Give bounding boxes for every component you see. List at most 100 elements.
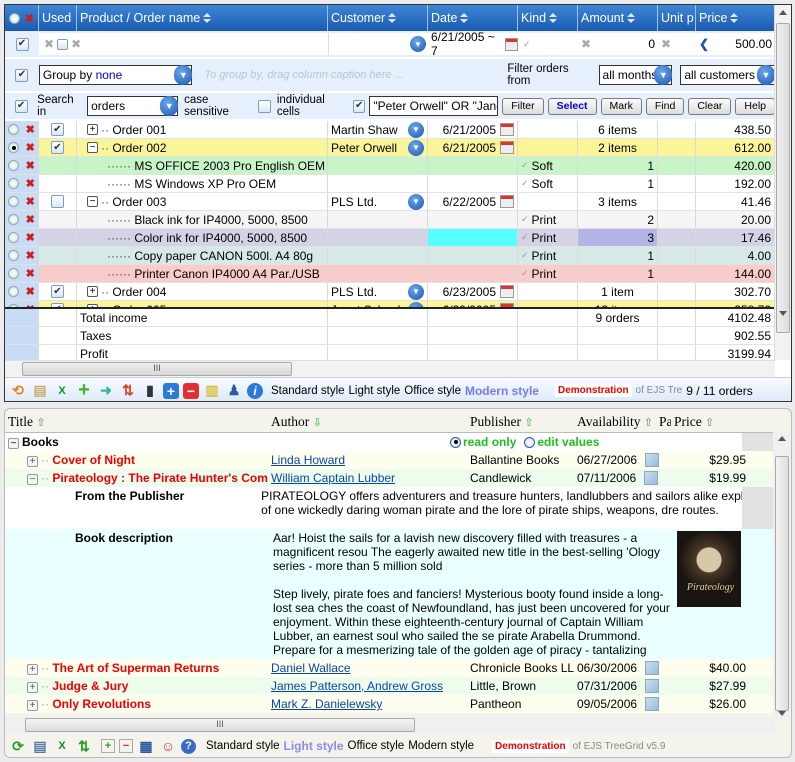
customer-dropdown-icon[interactable]: ▼ bbox=[408, 193, 424, 210]
collapse-all-icon[interactable]: − bbox=[183, 382, 199, 399]
delete-icon[interactable]: ✖ bbox=[26, 195, 35, 208]
col-price[interactable]: Price ⇧ bbox=[671, 414, 751, 430]
collapse-all-icon[interactable]: − bbox=[119, 739, 133, 753]
row-select-radio[interactable] bbox=[8, 250, 20, 261]
delete-icon[interactable]: ✖ bbox=[26, 159, 35, 172]
date-filter-field[interactable]: 6/21/2005 ~ 7 bbox=[428, 30, 518, 58]
filter-operator-icon[interactable]: ❮ bbox=[699, 37, 709, 51]
filter-clear-icon[interactable]: ✖ bbox=[44, 37, 54, 51]
collapse-icon[interactable]: − bbox=[87, 196, 98, 207]
customer-dropdown-icon[interactable]: ▼ bbox=[408, 283, 424, 300]
scroll-thumb[interactable] bbox=[775, 456, 789, 711]
row-select-radio[interactable] bbox=[8, 232, 20, 243]
scroll-thumb[interactable] bbox=[776, 23, 790, 333]
customers-select[interactable]: all customers ▼ bbox=[680, 65, 775, 85]
vertical-scrollbar[interactable] bbox=[773, 431, 791, 721]
col-pages[interactable]: Pa bbox=[659, 414, 671, 430]
delete-icon[interactable]: ✖ bbox=[26, 141, 35, 154]
calendar-icon[interactable] bbox=[645, 661, 660, 676]
help-icon[interactable]: ? bbox=[181, 738, 196, 754]
item-row[interactable]: ✖ ······ Copy paper CANON 500l. A4 80g ✓… bbox=[5, 247, 775, 265]
export-excel-icon[interactable]: X bbox=[53, 382, 71, 400]
expand-icon[interactable]: + bbox=[27, 456, 38, 467]
scroll-up-icon[interactable] bbox=[778, 436, 786, 441]
style-office[interactable]: Office style bbox=[348, 740, 405, 752]
author-link[interactable]: Daniel Wallace bbox=[271, 661, 351, 675]
style-office[interactable]: Office style bbox=[404, 385, 461, 397]
col-availability[interactable]: Availability ⇧ bbox=[574, 414, 659, 430]
expand-icon[interactable]: + bbox=[27, 664, 38, 675]
calendar-icon[interactable] bbox=[500, 285, 514, 298]
delete-icon[interactable]: ✖ bbox=[26, 285, 35, 298]
row-select-radio[interactable] bbox=[8, 214, 20, 225]
customer-dropdown-icon[interactable]: ▼ bbox=[408, 121, 424, 138]
expand-icon[interactable]: + bbox=[27, 700, 38, 711]
calendar-icon[interactable] bbox=[500, 123, 514, 136]
select-all-radio-icon[interactable] bbox=[8, 12, 20, 24]
edit-values-radio[interactable] bbox=[524, 436, 536, 448]
row-select-radio[interactable] bbox=[8, 196, 20, 207]
individual-cells-checkbox[interactable]: ✔ bbox=[352, 99, 366, 113]
style-standard[interactable]: Standard style bbox=[271, 385, 345, 397]
used-checkbox[interactable]: ✔ bbox=[51, 123, 64, 136]
row-select-radio[interactable] bbox=[8, 178, 20, 189]
delete-icon[interactable]: ✖ bbox=[26, 213, 35, 226]
item-row[interactable]: ✖ ······ MS Windows XP Pro OEM ✓ Soft 1 1… bbox=[5, 175, 775, 193]
search-input[interactable]: "Peter Orwell" OR "Janet S bbox=[369, 96, 499, 116]
calendar-icon[interactable] bbox=[645, 453, 660, 468]
style-light[interactable]: Light style bbox=[284, 739, 344, 753]
author-link[interactable]: James Patterson, Andrew Gross bbox=[271, 679, 443, 693]
expand-all-icon[interactable]: + bbox=[101, 739, 115, 753]
filter-clear-icon[interactable]: ✖ bbox=[581, 37, 591, 51]
col-product[interactable]: Product / Order name bbox=[77, 5, 328, 31]
col-date[interactable]: Date bbox=[428, 5, 518, 31]
customer-dropdown-icon[interactable]: ▼ bbox=[408, 139, 424, 156]
move-icon[interactable]: ➜ bbox=[97, 382, 115, 400]
col-amount[interactable]: Amount bbox=[578, 5, 658, 31]
book-row[interactable]: − ·· Pirateology : The Pirate Hunter's Co… bbox=[5, 469, 775, 487]
delete-icon[interactable]: ✖ bbox=[26, 249, 35, 262]
export-excel-icon[interactable]: X bbox=[53, 737, 71, 755]
columns-icon[interactable]: ▦ bbox=[137, 737, 155, 755]
info-icon[interactable]: i bbox=[247, 382, 263, 399]
book-row[interactable]: + ·· The Art of Superman Returns Daniel W… bbox=[5, 659, 775, 677]
row-select-radio[interactable] bbox=[8, 142, 20, 153]
order-row[interactable]: ✖ − ·· Order 003 PLS Ltd. ▼ 6/22/2005 3 it… bbox=[5, 193, 775, 211]
horizontal-scrollbar[interactable]: III bbox=[5, 717, 775, 733]
add-icon[interactable]: + bbox=[75, 379, 93, 401]
select-button[interactable]: Select bbox=[547, 97, 597, 115]
clear-button[interactable]: Clear bbox=[688, 97, 732, 115]
delete-icon[interactable]: ✖ bbox=[25, 12, 34, 25]
row-select-radio[interactable] bbox=[8, 160, 20, 171]
calendar-icon[interactable] bbox=[500, 141, 514, 154]
used-checkbox[interactable]: ✔ bbox=[51, 141, 64, 154]
customer-filter-dropdown[interactable]: ▼ bbox=[410, 36, 426, 52]
col-author[interactable]: Author ⇩ bbox=[268, 414, 467, 430]
book-row[interactable]: + ·· Only Revolutions Mark Z. Danielewsky… bbox=[5, 695, 775, 713]
delete-icon[interactable]: ✖ bbox=[26, 123, 35, 136]
find-button[interactable]: Find bbox=[645, 97, 685, 115]
user-settings-icon[interactable]: ☺ bbox=[159, 737, 177, 755]
expand-icon[interactable]: + bbox=[87, 286, 98, 297]
calendar-icon[interactable] bbox=[645, 697, 660, 712]
expand-icon[interactable]: + bbox=[27, 682, 38, 693]
months-select[interactable]: all months ▼ bbox=[598, 65, 673, 85]
search-row-checkbox[interactable]: ✔ bbox=[14, 99, 28, 113]
row-select-radio[interactable] bbox=[8, 124, 20, 135]
order-row[interactable]: ✖ ✔ − ·· Order 002 Peter Orwell ▼ 6/21/200… bbox=[5, 139, 775, 157]
print-icon[interactable]: ▤ bbox=[31, 382, 49, 400]
col-kind[interactable]: Kind bbox=[518, 5, 578, 31]
notepad-icon[interactable]: ▥ bbox=[203, 382, 221, 400]
book-row[interactable]: + ·· Cover of Night Linda Howard Ballanti… bbox=[5, 451, 775, 469]
col-unit-price[interactable]: Unit p bbox=[658, 5, 696, 31]
expand-icon[interactable]: + bbox=[87, 124, 98, 135]
horizontal-scrollbar[interactable]: III bbox=[5, 360, 775, 377]
group-row-checkbox[interactable]: ✔ bbox=[15, 68, 29, 82]
style-light[interactable]: Light style bbox=[349, 385, 401, 397]
scroll-down-icon[interactable] bbox=[779, 311, 787, 316]
group-by-select[interactable]: Group by none ▼ bbox=[38, 65, 193, 85]
item-row[interactable]: ✖ ······ Black ink for IP4000, 5000, 850… bbox=[5, 211, 775, 229]
reload-icon[interactable]: ⟳ bbox=[9, 737, 27, 755]
filter-clear-icon[interactable]: ✖ bbox=[661, 37, 671, 51]
collapse-icon[interactable]: − bbox=[27, 474, 38, 485]
